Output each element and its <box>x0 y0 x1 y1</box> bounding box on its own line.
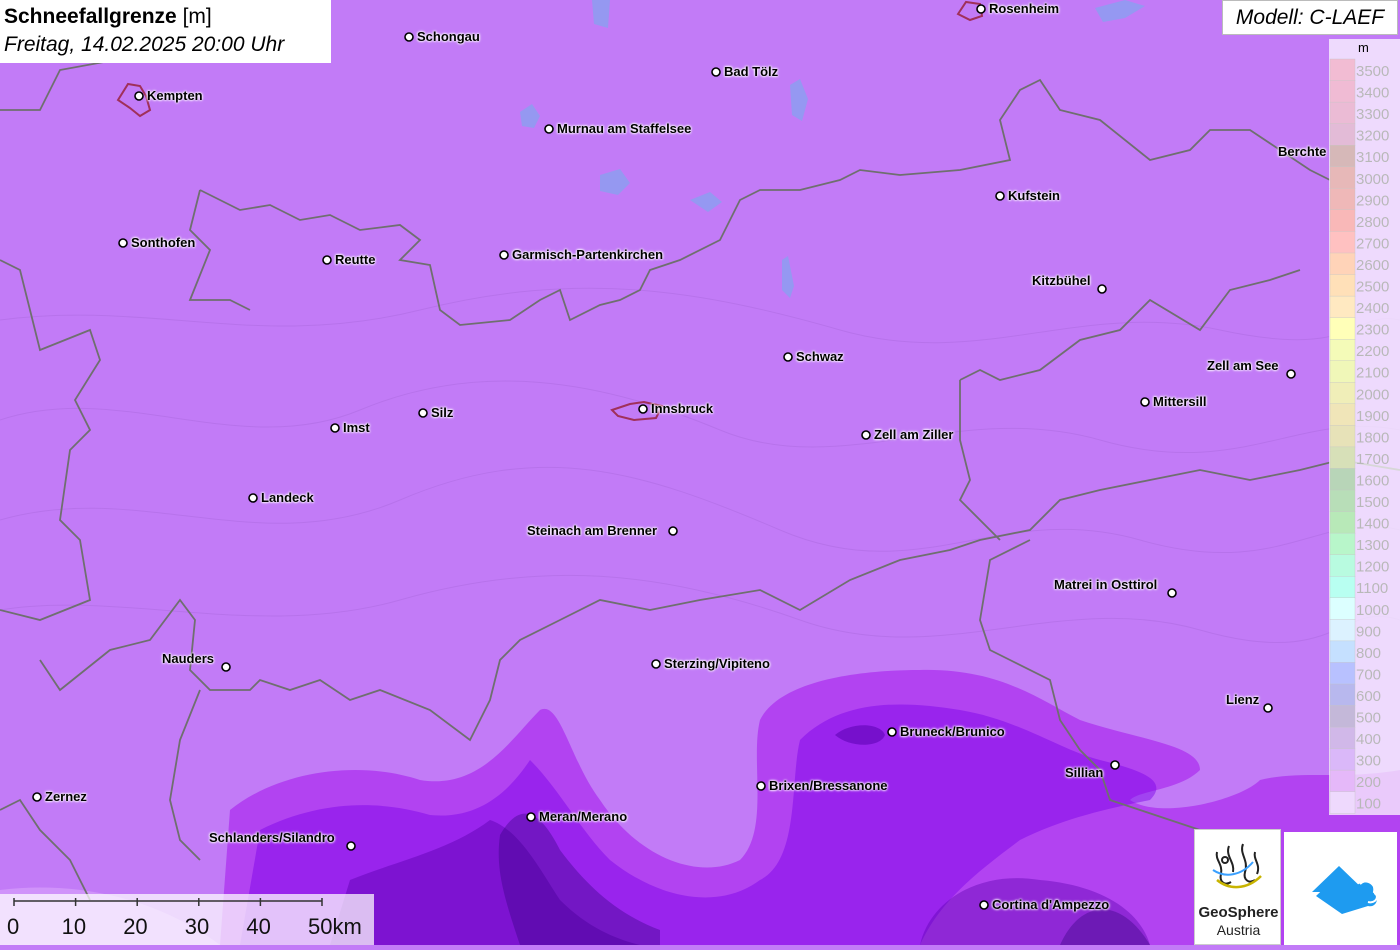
city-label: Murnau am Staffelsee <box>557 121 692 136</box>
scale-label: 10 <box>61 914 87 939</box>
city-label: Reutte <box>335 252 376 267</box>
geosphere-logo-subtext: Austria <box>1216 922 1261 938</box>
city-label: Innsbruck <box>651 401 714 416</box>
city-marker <box>995 191 1005 201</box>
legend-unit: m <box>1358 40 1369 55</box>
city-marker <box>1263 703 1273 713</box>
geosphere-logo[interactable]: GeoSphere Austria <box>1194 829 1281 945</box>
city-marker <box>118 238 128 248</box>
map-title-unit: [m] <box>182 5 212 28</box>
map-datetime: Freitag, 14.02.2025 20:00 Uhr <box>4 33 285 56</box>
city-label: Zernez <box>45 789 87 804</box>
city-marker <box>1286 369 1296 379</box>
city-label: Rosenheim <box>989 1 1060 16</box>
city-label: Schlanders/Silandro <box>209 830 335 845</box>
city-marker <box>638 404 648 414</box>
city-marker <box>861 430 871 440</box>
city-label: Brixen/Bressanone <box>769 778 888 793</box>
city-label: Bruneck/Brunico <box>900 724 1005 739</box>
city-label: Zell am See <box>1207 358 1279 373</box>
scale-bar: 0 10 20 30 40 50km <box>0 894 374 945</box>
city-marker <box>756 781 766 791</box>
city-marker <box>1140 397 1150 407</box>
app-logo[interactable] <box>1284 832 1397 945</box>
city-marker <box>711 67 721 77</box>
city-marker <box>976 4 986 14</box>
city-label: Zell am Ziller <box>874 427 954 442</box>
city-marker <box>783 352 793 362</box>
map-title-box: Schneefallgrenze [m] Freitag, 14.02.2025… <box>0 0 331 63</box>
city-marker <box>134 91 144 101</box>
scale-label: 0 <box>7 914 20 939</box>
city-label: Sterzing/Vipiteno <box>664 656 770 671</box>
city-marker <box>221 662 231 672</box>
city-label: Meran/Merano <box>539 809 628 824</box>
city-label: Sonthofen <box>131 235 196 250</box>
city-label: Mittersill <box>1153 394 1207 409</box>
city-label: Steinach am Brenner <box>527 523 658 538</box>
city-marker <box>32 792 42 802</box>
city-label: Schongau <box>417 29 480 44</box>
city-marker <box>1167 588 1177 598</box>
scale-label: 50km <box>308 914 362 939</box>
city-marker <box>248 493 258 503</box>
city-label: Silz <box>431 405 454 420</box>
city-label: Cortina d'Ampezzo <box>992 897 1110 912</box>
city-label: Bad Tölz <box>724 64 779 79</box>
model-label: Modell: C-LAEF <box>1222 0 1398 35</box>
city-marker <box>668 526 678 536</box>
map-title-variable: Schneefallgrenze <box>4 5 177 28</box>
geosphere-logo-text: GeoSphere <box>1198 904 1279 921</box>
snowfall-line-map[interactable]: 3500340033003200310030002900280027002600… <box>0 0 1400 945</box>
city-label: Matrei in Osttirol <box>1054 577 1158 592</box>
geosphere-emblem-icon <box>1212 843 1262 889</box>
city-label: Berchte <box>1278 144 1327 159</box>
city-marker <box>1110 760 1120 770</box>
city-label: Kitzbühel <box>1032 273 1091 288</box>
city-marker <box>544 124 554 134</box>
legend-panel <box>1329 39 1400 815</box>
city-marker <box>887 727 897 737</box>
city-label: Lienz <box>1226 692 1260 707</box>
city-marker <box>418 408 428 418</box>
cloud-arrow-icon <box>1312 866 1378 914</box>
city-marker <box>322 255 332 265</box>
city-marker <box>404 32 414 42</box>
city-label: Imst <box>343 420 370 435</box>
city-label: Sillian <box>1065 765 1104 780</box>
city-marker <box>526 812 536 822</box>
city-label: Kempten <box>147 88 203 103</box>
city-label: Schwaz <box>796 349 844 364</box>
city-marker <box>346 841 356 851</box>
scale-label: 40 <box>246 914 271 939</box>
city-marker <box>1097 284 1107 294</box>
city-label: Kufstein <box>1008 188 1060 203</box>
scale-label: 20 <box>123 914 148 939</box>
scale-label: 30 <box>184 914 210 939</box>
city-marker <box>499 250 509 260</box>
city-label: Nauders <box>162 651 215 666</box>
city-marker <box>330 423 340 433</box>
map-title: Schneefallgrenze [m] <box>4 3 331 31</box>
city-marker <box>651 659 661 669</box>
city-label: Garmisch-Partenkirchen <box>512 247 664 262</box>
city-marker <box>979 900 989 910</box>
city-label: Landeck <box>261 490 314 505</box>
